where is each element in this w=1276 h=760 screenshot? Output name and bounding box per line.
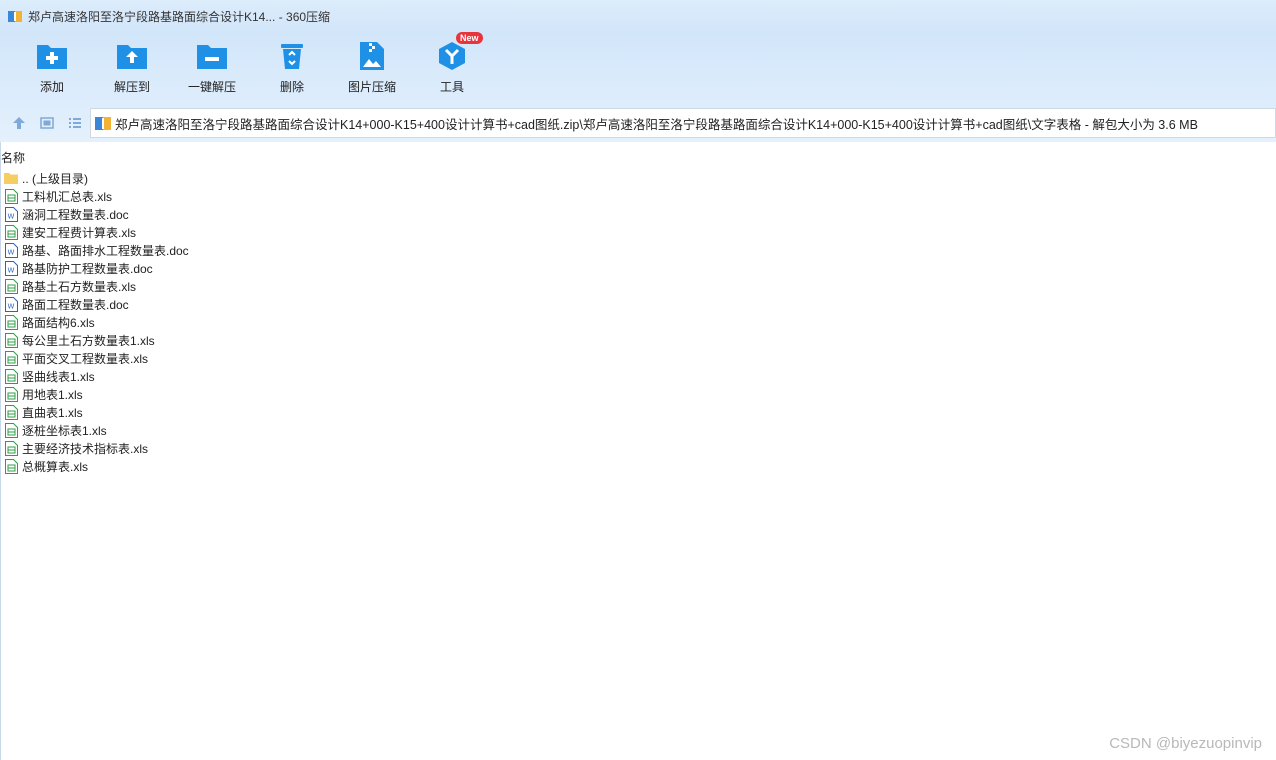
recycle-bin-icon	[276, 40, 308, 72]
folder-icon	[3, 170, 19, 186]
svg-text:W: W	[7, 212, 14, 220]
file-row[interactable]: W 涵洞工程数量表.doc	[3, 205, 189, 223]
file-row[interactable]: 竖曲线表1.xls	[3, 367, 189, 385]
excel-file-icon	[3, 404, 19, 420]
excel-file-icon	[3, 278, 19, 294]
file-name: 路基防护工程数量表.doc	[22, 261, 153, 276]
file-row[interactable]: 路基土石方数量表.xls	[3, 277, 189, 295]
file-row[interactable]: 建安工程费计算表.xls	[3, 223, 189, 241]
svg-text:W: W	[7, 266, 14, 274]
file-name: 路面工程数量表.doc	[22, 297, 129, 312]
file-name: 涵洞工程数量表.doc	[22, 207, 129, 222]
image-compress-button[interactable]: 图片压缩	[332, 32, 412, 104]
file-name: 路基土石方数量表.xls	[22, 279, 137, 294]
address-bar[interactable]: 郑卢高速洛阳至洛宁段路基路面综合设计K14+000-K15+400设计计算书+c…	[90, 108, 1276, 138]
file-name: 建安工程费计算表.xls	[22, 225, 137, 240]
file-row[interactable]: 直曲表1.xls	[3, 403, 189, 421]
excel-file-icon	[3, 350, 19, 366]
file-row[interactable]: 每公里土石方数量表1.xls	[3, 331, 189, 349]
up-level-button[interactable]	[6, 110, 32, 136]
window-title: 郑卢高速洛阳至洛宁段路基路面综合设计K14... - 360压缩	[28, 9, 331, 24]
excel-file-icon	[3, 224, 19, 240]
quick-extract-icon	[196, 40, 228, 72]
word-file-icon: W	[3, 260, 19, 276]
tools-button[interactable]: New 工具	[412, 32, 492, 104]
archive-app-icon	[8, 9, 22, 23]
delete-button[interactable]: 删除	[252, 32, 332, 104]
file-name: 竖曲线表1.xls	[22, 369, 95, 384]
one-click-extract-label: 一键解压	[187, 80, 236, 94]
delete-label: 删除	[279, 80, 304, 94]
file-row[interactable]: 路面结构6.xls	[3, 313, 189, 331]
file-row[interactable]: 平面交叉工程数量表.xls	[3, 349, 189, 367]
file-row[interactable]: 工料机汇总表.xls	[3, 187, 189, 205]
excel-file-icon	[3, 422, 19, 438]
watermark: CSDN @biyezuopinvip	[1109, 735, 1262, 752]
file-name: 平面交叉工程数量表.xls	[22, 351, 149, 366]
one-click-extract-button[interactable]: 一键解压	[172, 32, 252, 104]
add-icon	[36, 40, 68, 72]
word-file-icon: W	[3, 242, 19, 258]
file-name: 每公里土石方数量表1.xls	[22, 333, 155, 348]
excel-file-icon	[3, 314, 19, 330]
file-list-panel: 名称 .. (上级目录) 工料机汇总表.xls W 涵洞工程数量表.doc 建安工程费计…	[0, 142, 1276, 760]
extract-to-label: 解压到	[113, 80, 150, 94]
word-file-icon: W	[3, 296, 19, 312]
file-row[interactable]: W 路面工程数量表.doc	[3, 295, 189, 313]
file-name: 工料机汇总表.xls	[22, 189, 113, 204]
title-bar: 郑卢高速洛阳至洛宁段路基路面综合设计K14... - 360压缩	[0, 0, 1276, 32]
excel-file-icon	[3, 440, 19, 456]
file-name: 逐桩坐标表1.xls	[22, 423, 107, 438]
file-name: 直曲表1.xls	[22, 405, 83, 420]
svg-text:W: W	[7, 302, 14, 310]
excel-file-icon	[3, 368, 19, 384]
extract-to-button[interactable]: 解压到	[92, 32, 172, 104]
image-compress-label: 图片压缩	[347, 80, 396, 94]
file-name: .. (上级目录)	[22, 171, 88, 186]
list-view-button[interactable]	[62, 110, 88, 136]
file-row[interactable]: W 路基防护工程数量表.doc	[3, 259, 189, 277]
address-row: 郑卢高速洛阳至洛宁段路基路面综合设计K14+000-K15+400设计计算书+c…	[0, 104, 1276, 142]
column-header-name[interactable]: 名称	[1, 149, 25, 166]
file-row[interactable]: 主要经济技术指标表.xls	[3, 439, 189, 457]
file-row[interactable]: 用地表1.xls	[3, 385, 189, 403]
file-row[interactable]: W 路基、路面排水工程数量表.doc	[3, 241, 189, 259]
add-button[interactable]: 添加	[12, 32, 92, 104]
file-name: 路面结构6.xls	[22, 315, 95, 330]
new-badge: New	[456, 32, 483, 44]
list-view-icon	[69, 118, 81, 128]
svg-text:W: W	[7, 248, 14, 256]
file-name: 总概算表.xls	[22, 459, 89, 474]
file-name: 主要经济技术指标表.xls	[22, 441, 149, 456]
excel-file-icon	[3, 386, 19, 402]
zip-archive-icon	[95, 115, 111, 131]
archive-path: 郑卢高速洛阳至洛宁段路基路面综合设计K14+000-K15+400设计计算书+c…	[115, 117, 1198, 132]
file-name: 用地表1.xls	[22, 387, 83, 402]
file-name: 路基、路面排水工程数量表.doc	[22, 243, 189, 258]
thumbnail-view-button[interactable]	[34, 110, 60, 136]
image-zip-icon	[356, 40, 388, 72]
file-list: .. (上级目录) 工料机汇总表.xls W 涵洞工程数量表.doc 建安工程费计算表.…	[3, 169, 189, 475]
toolbar: 添加 解压到 一键解压 删除 图片压缩 New 工具	[0, 32, 1276, 104]
up-arrow-icon	[13, 117, 25, 129]
tools-cube-icon	[436, 40, 468, 72]
excel-file-icon	[3, 458, 19, 474]
word-file-icon: W	[3, 206, 19, 222]
file-row[interactable]: 总概算表.xls	[3, 457, 189, 475]
tools-label: 工具	[439, 80, 464, 94]
parent-directory-row[interactable]: .. (上级目录)	[3, 169, 189, 187]
thumbnail-view-icon	[40, 117, 54, 129]
excel-file-icon	[3, 332, 19, 348]
excel-file-icon	[3, 188, 19, 204]
file-row[interactable]: 逐桩坐标表1.xls	[3, 421, 189, 439]
add-label: 添加	[39, 80, 64, 94]
extract-folder-icon	[116, 40, 148, 72]
